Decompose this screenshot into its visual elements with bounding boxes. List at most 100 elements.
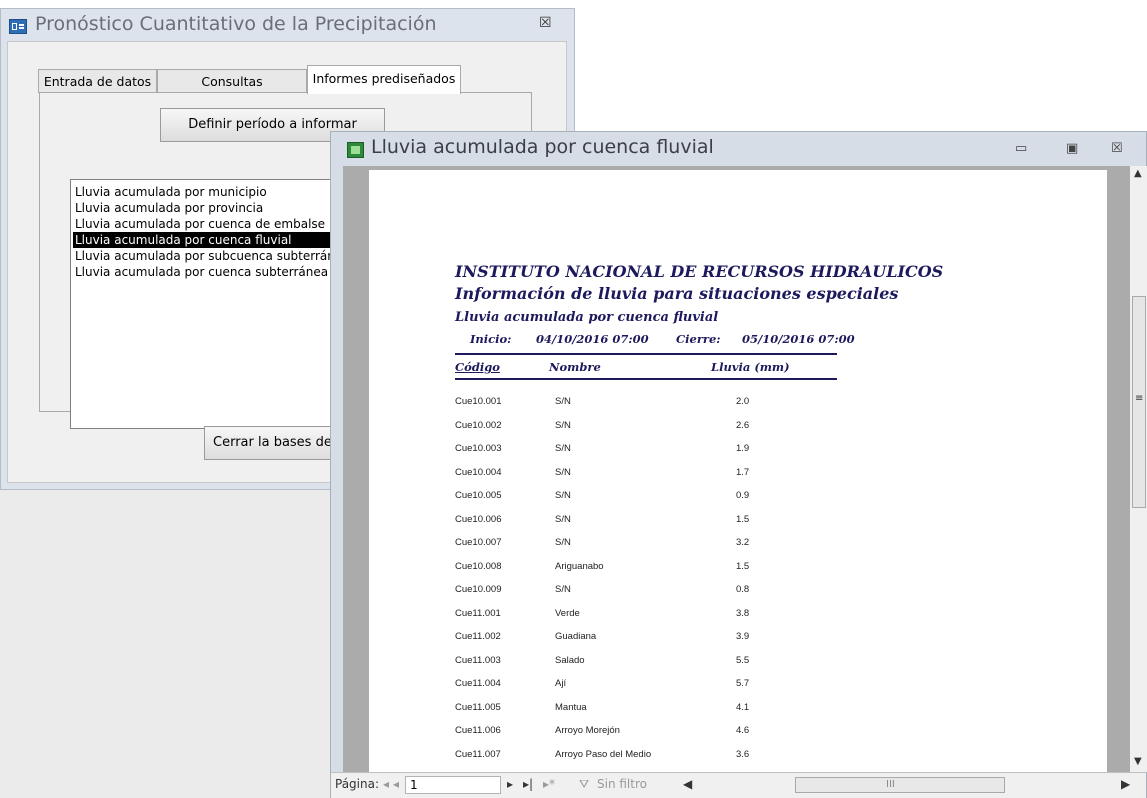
report-institute: INSTITUTO NACIONAL DE RECURSOS HIDRAULIC… [455,262,944,281]
tab-informes-prediseñados[interactable]: Informes prediseñados [307,65,461,94]
report-subtitle: Información de lluvia para situaciones e… [455,284,899,303]
list-item[interactable]: Lluvia acumulada por cuenca de embalse [75,216,325,232]
start-label: Inicio: [470,332,512,346]
row-code: Cue11.002 [455,631,501,642]
main-form-close-icon[interactable]: ☒ [539,15,552,31]
list-item[interactable]: Lluvia acumulada por cuenca subterránea [75,264,328,280]
list-item[interactable]: Lluvia acumulada por provincia [75,200,263,216]
list-item[interactable]: Lluvia acumulada por municipio [75,184,267,200]
row-code: Cue10.008 [455,560,502,572]
prev-page-icon[interactable]: ◂ [393,777,399,791]
row-rain: 2.6 [736,419,750,431]
main-form-titlebar[interactable]: Pronóstico Cuantitativo de la Precipitac… [1,9,574,41]
hscroll-grip-icon: III [886,779,895,790]
row-rain: 0.8 [736,584,750,595]
row-code: Cue10.001 [455,396,502,407]
row-name: S/N [555,490,571,501]
row-rain: 4.6 [736,725,750,736]
page-number-input[interactable]: 1 [405,776,501,794]
grip-icon: ≡ [1135,393,1144,404]
row-code: Cue11.005 [455,701,501,713]
new-record-icon[interactable]: ▸* [543,777,555,791]
report-listbox[interactable]: Lluvia acumulada por municipio Lluvia ac… [70,179,360,429]
row-rain: 5.7 [736,678,750,689]
row-name: S/N [555,537,571,548]
row-name: S/N [555,396,571,407]
row-code: Cue10.006 [455,513,502,525]
minimize-icon[interactable]: ▭ [1015,141,1027,156]
row-name: Arroyo Morejón [555,725,620,736]
report-icon [347,142,364,158]
row-name: Verde [555,607,580,619]
row-name: S/N [555,466,571,478]
row-rain: 1.5 [736,513,750,525]
row-name: S/N [555,513,571,525]
tab-consultas-prediseñadas[interactable]: Consultas prediseñadas [157,69,307,113]
next-page-icon[interactable]: ▸ [507,777,513,791]
row-code: Cue10.005 [455,490,502,501]
report-page: INSTITUTO NACIONAL DE RECURSOS HIDRAULIC… [369,170,1107,772]
end-label: Cierre: [676,332,721,346]
row-code: Cue10.004 [455,466,502,478]
vertical-scrollbar[interactable]: ▲ ≡ ▼ [1130,166,1147,772]
report-window-title: Lluvia acumulada por cuenca fluvial [371,136,714,158]
row-code: Cue10.007 [455,537,502,548]
row-rain: 1.7 [736,466,750,478]
row-code: Cue11.004 [455,678,501,689]
row-rain: 1.5 [736,560,750,572]
row-name: S/N [555,419,571,431]
row-code: Cue10.002 [455,419,502,431]
row-code: Cue11.006 [455,725,501,736]
report-name: Lluvia acumulada por cuenca fluvial [455,310,719,325]
start-value: 04/10/2016 07:00 [536,332,649,346]
main-form-title: Pronóstico Cuantitativo de la Precipitac… [35,13,437,35]
row-rain: 3.9 [736,631,750,642]
row-name: Mantua [555,701,587,713]
scroll-left-icon[interactable]: ◀ [683,777,692,791]
row-name: Guadiana [555,631,597,642]
record-navigation-bar: Página: ◂ ◂ 1 ▸ ▸| ▸* ⛛ Sin filtro ◀ III… [331,772,1146,798]
tab-entrada-de-datos[interactable]: Entrada de datos [38,69,157,93]
row-name: Salado [555,654,585,666]
row-name: Ariguanabo [555,560,604,572]
scroll-right-icon[interactable]: ▶ [1121,777,1130,791]
end-value: 05/10/2016 07:00 [742,332,855,346]
scroll-up-icon[interactable]: ▲ [1134,168,1142,179]
filter-icon[interactable]: ⛛ [579,777,589,792]
row-rain: 3.8 [736,607,750,619]
vertical-scroll-thumb[interactable]: ≡ [1132,296,1146,508]
list-item[interactable]: Lluvia acumulada por subcuenca subterrán… [75,248,350,264]
row-code: Cue11.007 [455,748,501,760]
row-rain: 5.5 [736,654,750,666]
maximize-icon[interactable]: ▣ [1066,141,1078,156]
last-page-icon[interactable]: ▸| [523,777,533,791]
report-window: Lluvia acumulada por cuenca fluvial ▭ ▣ … [330,131,1147,798]
row-name: S/N [555,584,571,595]
close-icon[interactable]: ☒ [1111,141,1123,156]
row-rain: 3.2 [736,537,750,548]
list-item-selected[interactable]: Lluvia acumulada por cuenca fluvial [73,232,350,248]
scroll-down-icon[interactable]: ▼ [1134,756,1142,767]
row-name: Arroyo Paso del Medio [555,748,652,760]
page-label: Página: [335,777,380,791]
column-header-nombre: Nombre [549,360,601,374]
row-rain: 1.9 [736,443,750,454]
first-page-icon[interactable]: ◂ [383,777,389,791]
report-preview-area: INSTITUTO NACIONAL DE RECURSOS HIDRAULIC… [343,166,1147,772]
row-code: Cue11.001 [455,607,501,619]
horizontal-scroll-thumb[interactable]: III [795,777,1005,793]
row-code: Cue11.003 [455,654,501,666]
row-code: Cue10.009 [455,584,502,595]
column-rule [455,378,837,380]
row-rain: 0.9 [736,490,750,501]
row-rain: 4.1 [736,701,750,713]
header-rule [455,353,837,355]
column-header-codigo: Código [455,360,500,374]
row-code: Cue10.003 [455,443,502,454]
row-name: S/N [555,443,571,454]
row-rain: 3.6 [736,748,750,760]
column-header-lluvia: Lluvia (mm) [711,360,790,374]
filter-status[interactable]: Sin filtro [597,777,647,791]
row-name: Ají [555,678,567,689]
row-rain: 2.0 [736,396,750,407]
